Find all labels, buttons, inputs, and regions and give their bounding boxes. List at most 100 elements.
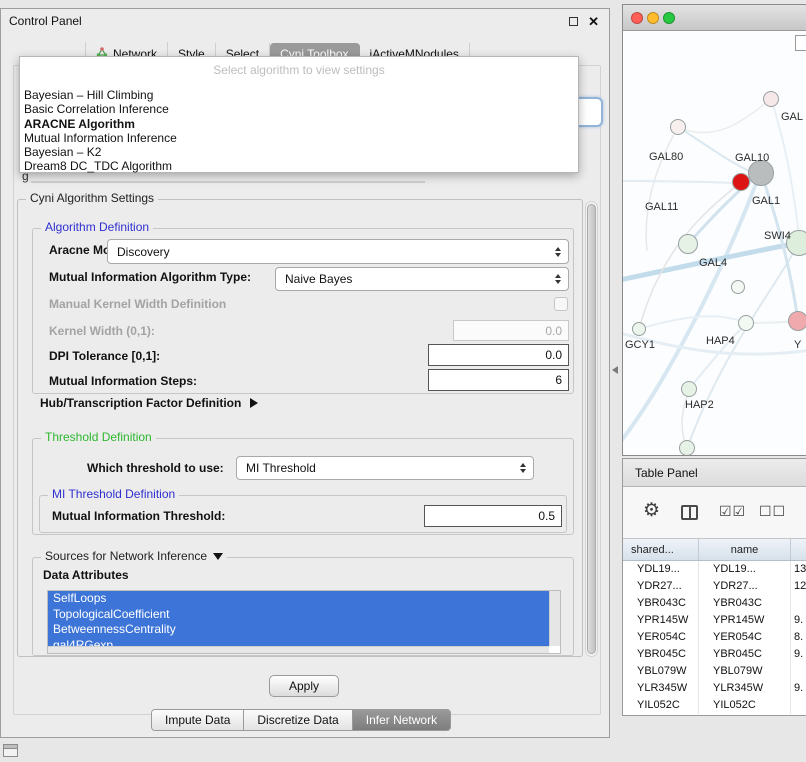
algorithm-option[interactable]: Basic Correlation Inference <box>20 102 578 116</box>
table-row[interactable]: YBL079WYBL079W <box>623 663 806 680</box>
table-cell: 8. <box>791 629 806 646</box>
apply-button[interactable]: Apply <box>269 675 339 697</box>
attribute-item[interactable]: gal4RGexp <box>48 638 549 647</box>
network-node[interactable] <box>678 234 698 254</box>
control-panel-title: Control Panel <box>9 14 82 28</box>
algorithm-option[interactable]: Dream8 DC_TDC Algorithm <box>20 159 578 173</box>
data-attributes-list: SelfLoopsTopologicalCoefficientBetweenne… <box>48 591 549 646</box>
network-node[interactable] <box>738 315 754 331</box>
table-row[interactable]: YDR27...YDR27...12 <box>623 578 806 595</box>
table-cell: YER054C <box>699 629 791 646</box>
attributes-vertical-scrollbar[interactable] <box>549 591 560 646</box>
mi-threshold-input[interactable] <box>424 505 562 527</box>
combo-stepper-icon <box>555 247 561 257</box>
table-body: YDL19...YDL19...13YDR27...YDR27...12YBR0… <box>623 561 806 715</box>
table-row[interactable]: YDL19...YDL19...13 <box>623 561 806 578</box>
kernel-width-input <box>453 320 569 341</box>
mi-threshold-group: MI Threshold Definition Mutual Informati… <box>39 495 567 533</box>
aracne-mode-value: Discovery <box>117 245 170 259</box>
bottom-tab-discretize-data[interactable]: Discretize Data <box>244 710 352 730</box>
algorithm-option[interactable]: Bayesian – K2 <box>20 145 578 159</box>
mi-algorithm-type-select[interactable]: Naive Bayes <box>275 267 569 291</box>
table-cell <box>791 663 806 680</box>
table-cell: 9. <box>791 646 806 663</box>
table-cell: YDL19... <box>623 561 699 578</box>
bottom-tab-impute-data[interactable]: Impute Data <box>152 710 244 730</box>
gear-icon[interactable]: ⚙ <box>643 499 660 522</box>
mi-threshold-label: Mutual Information Threshold: <box>52 509 225 523</box>
bottom-tab-infer-network[interactable]: Infer Network <box>353 710 450 730</box>
unchecked-boxes-icon[interactable]: ☐☐ <box>759 503 786 520</box>
network-node[interactable] <box>732 173 750 191</box>
table-panel-title: Table Panel <box>635 466 698 480</box>
network-node-label: GCY1 <box>625 339 655 351</box>
network-node[interactable] <box>679 440 695 455</box>
overview-toggle[interactable] <box>795 35 806 51</box>
dpi-tolerance-input[interactable] <box>428 344 569 366</box>
mi-threshold-group-title: MI Threshold Definition <box>48 487 179 501</box>
settings-scrollbar[interactable] <box>585 201 598 657</box>
table-cell <box>791 595 806 612</box>
network-node-label: SWI4 <box>764 230 791 242</box>
table-cell: YER054C <box>623 629 699 646</box>
minimize-traffic-icon[interactable] <box>647 12 659 24</box>
combo-stepper-icon <box>520 463 526 473</box>
splitter-collapse-icon[interactable] <box>612 366 618 374</box>
bottom-tabs: Impute DataDiscretize DataInfer Network <box>151 709 451 731</box>
manual-kernel-label: Manual Kernel Width Definition <box>49 297 226 311</box>
algorithm-definition-title: Algorithm Definition <box>41 220 153 234</box>
column-header[interactable]: shared... <box>623 539 699 560</box>
which-threshold-select[interactable]: MI Threshold <box>236 456 534 480</box>
algorithm-definition-group: Algorithm Definition Aracne Mode: Discov… <box>32 228 574 394</box>
float-window-icon[interactable] <box>569 17 578 26</box>
close-traffic-icon[interactable] <box>631 12 643 24</box>
table-row[interactable]: YPR145WYPR145W9. <box>623 612 806 629</box>
table-row[interactable]: YBR045CYBR045C9. <box>623 646 806 663</box>
hub-section-toggle[interactable]: Hub/Transcription Factor Definition <box>40 396 258 410</box>
data-attributes-listbox: SelfLoopsTopologicalCoefficientBetweenne… <box>47 590 561 654</box>
attribute-item[interactable]: SelfLoops <box>48 591 549 607</box>
application-screen: Control Panel ✕ NetworkStyleSelectCyni T… <box>0 0 806 762</box>
sources-group: Sources for Network Inference Data Attri… <box>32 557 574 656</box>
control-panel-window: Control Panel ✕ NetworkStyleSelectCyni T… <box>0 8 610 738</box>
table-row[interactable]: YBR043CYBR043C <box>623 595 806 612</box>
attribute-item[interactable]: BetweennessCentrality <box>48 622 549 638</box>
aracne-mode-select[interactable]: Discovery <box>107 239 569 264</box>
columns-icon[interactable] <box>681 505 698 520</box>
network-node[interactable] <box>731 280 745 294</box>
manual-kernel-checkbox <box>554 297 568 311</box>
table-row[interactable]: YIL052CYIL052C <box>623 697 806 714</box>
docked-panel-icon[interactable] <box>3 744 18 757</box>
table-cell: YBR045C <box>623 646 699 663</box>
network-canvas[interactable]: GALGAL80GAL10GAL11GAL1SWI4GAL4GCY1HAP4YH… <box>623 31 806 455</box>
table-header-row: shared...name <box>623 539 806 561</box>
algorithm-option[interactable]: Bayesian – Hill Climbing <box>20 88 578 102</box>
column-header[interactable] <box>791 539 806 560</box>
table-cell: 13 <box>791 561 806 578</box>
mi-steps-input[interactable] <box>428 369 569 391</box>
table-row[interactable]: YER054CYER054C8. <box>623 629 806 646</box>
table-cell: YPR145W <box>699 612 791 629</box>
close-window-icon[interactable]: ✕ <box>588 17 599 26</box>
table-row[interactable]: YLR345WYLR345W9. <box>623 680 806 697</box>
network-node[interactable] <box>681 381 697 397</box>
network-node[interactable] <box>788 311 806 331</box>
scrollbar-thumb[interactable] <box>587 204 596 654</box>
mi-algorithm-type-label: Mutual Information Algorithm Type: <box>49 270 251 284</box>
algorithm-dropdown-list: Bayesian – Hill ClimbingBasic Correlatio… <box>20 88 578 174</box>
network-node[interactable] <box>670 119 686 135</box>
zoom-traffic-icon[interactable] <box>663 12 675 24</box>
network-node[interactable] <box>763 91 779 107</box>
network-window-titlebar[interactable] <box>623 5 806 31</box>
network-node-label: GAL10 <box>735 152 769 164</box>
window-buttons: ✕ <box>569 17 599 26</box>
network-node[interactable] <box>632 322 646 336</box>
attribute-item[interactable]: TopologicalCoefficient <box>48 607 549 623</box>
checked-boxes-icon[interactable]: ☑☑ <box>719 503 746 520</box>
table-cell: YDR27... <box>699 578 791 595</box>
column-header[interactable]: name <box>699 539 791 560</box>
algorithm-option[interactable]: Mutual Information Inference <box>20 131 578 145</box>
attributes-horizontal-scrollbar[interactable] <box>48 646 549 653</box>
algorithm-option[interactable]: ARACNE Algorithm <box>20 117 578 131</box>
sources-group-title[interactable]: Sources for Network Inference <box>41 549 227 563</box>
